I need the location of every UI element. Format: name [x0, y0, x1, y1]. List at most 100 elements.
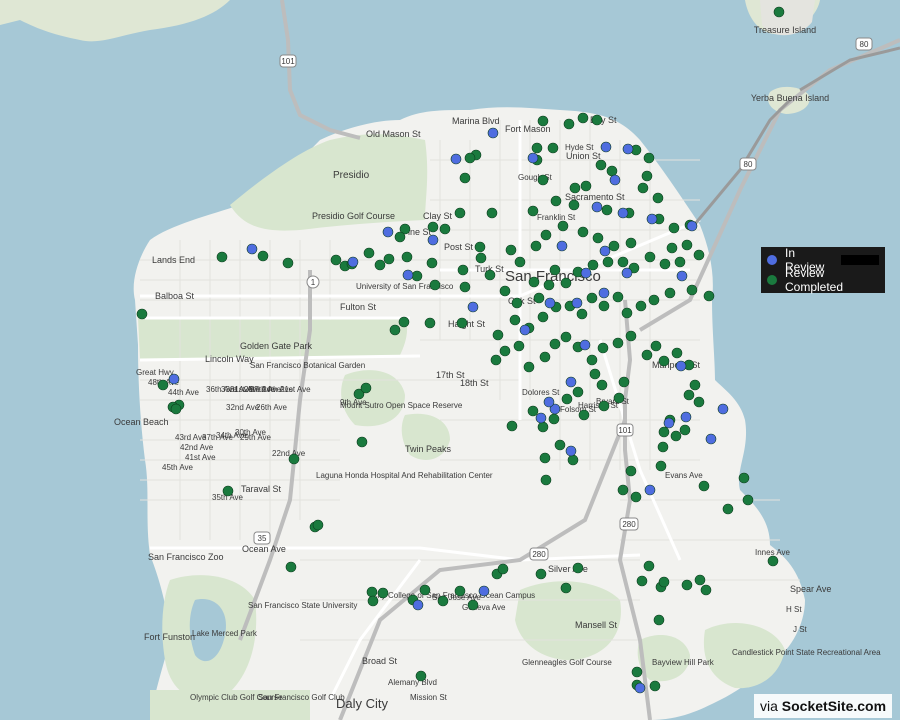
review-completed-marker[interactable]: [530, 240, 542, 252]
review-completed-marker[interactable]: [681, 239, 693, 251]
in-review-marker[interactable]: [591, 201, 603, 213]
source-credit[interactable]: via SocketSite.com: [754, 694, 893, 718]
review-completed-marker[interactable]: [617, 256, 629, 268]
review-completed-marker[interactable]: [506, 420, 518, 432]
review-completed-marker[interactable]: [360, 382, 372, 394]
review-completed-marker[interactable]: [648, 294, 660, 306]
review-completed-marker[interactable]: [606, 165, 618, 177]
in-review-marker[interactable]: [565, 376, 577, 388]
review-completed-marker[interactable]: [136, 308, 148, 320]
review-completed-marker[interactable]: [486, 207, 498, 219]
review-completed-marker[interactable]: [475, 252, 487, 264]
review-completed-marker[interactable]: [637, 182, 649, 194]
review-completed-marker[interactable]: [722, 503, 734, 515]
review-completed-marker[interactable]: [630, 491, 642, 503]
review-completed-marker[interactable]: [537, 174, 549, 186]
review-completed-marker[interactable]: [683, 389, 695, 401]
review-completed-marker[interactable]: [554, 439, 566, 451]
review-completed-marker[interactable]: [533, 292, 545, 304]
in-review-marker[interactable]: [382, 226, 394, 238]
review-completed-marker[interactable]: [621, 307, 633, 319]
review-completed-marker[interactable]: [698, 480, 710, 492]
review-completed-marker[interactable]: [437, 595, 449, 607]
review-completed-marker[interactable]: [330, 254, 342, 266]
review-completed-marker[interactable]: [356, 436, 368, 448]
review-completed-marker[interactable]: [671, 347, 683, 359]
review-completed-marker[interactable]: [509, 314, 521, 326]
review-completed-marker[interactable]: [543, 279, 555, 291]
review-completed-marker[interactable]: [569, 182, 581, 194]
review-completed-marker[interactable]: [617, 484, 629, 496]
review-completed-marker[interactable]: [668, 222, 680, 234]
review-completed-marker[interactable]: [681, 579, 693, 591]
review-completed-marker[interactable]: [586, 354, 598, 366]
review-completed-marker[interactable]: [703, 290, 715, 302]
review-completed-marker[interactable]: [596, 379, 608, 391]
review-completed-marker[interactable]: [641, 349, 653, 361]
in-review-marker[interactable]: [717, 403, 729, 415]
review-completed-marker[interactable]: [578, 409, 590, 421]
review-completed-marker[interactable]: [664, 287, 676, 299]
review-completed-marker[interactable]: [625, 237, 637, 249]
review-completed-marker[interactable]: [674, 256, 686, 268]
in-review-marker[interactable]: [347, 256, 359, 268]
review-completed-marker[interactable]: [499, 345, 511, 357]
review-completed-marker[interactable]: [427, 221, 439, 233]
review-completed-marker[interactable]: [257, 250, 269, 262]
in-review-marker[interactable]: [527, 152, 539, 164]
review-completed-marker[interactable]: [670, 430, 682, 442]
review-completed-marker[interactable]: [492, 329, 504, 341]
review-completed-marker[interactable]: [700, 584, 712, 596]
review-completed-marker[interactable]: [686, 284, 698, 296]
review-completed-marker[interactable]: [652, 192, 664, 204]
review-completed-marker[interactable]: [548, 413, 560, 425]
review-completed-marker[interactable]: [659, 258, 671, 270]
review-completed-marker[interactable]: [586, 292, 598, 304]
review-completed-marker[interactable]: [738, 472, 750, 484]
in-review-marker[interactable]: [543, 396, 555, 408]
in-review-marker[interactable]: [168, 373, 180, 385]
review-completed-marker[interactable]: [383, 253, 395, 265]
in-review-marker[interactable]: [599, 245, 611, 257]
review-completed-marker[interactable]: [288, 453, 300, 465]
review-completed-marker[interactable]: [561, 393, 573, 405]
review-completed-marker[interactable]: [693, 249, 705, 261]
review-completed-marker[interactable]: [467, 599, 479, 611]
in-review-marker[interactable]: [519, 324, 531, 336]
review-completed-marker[interactable]: [655, 460, 667, 472]
review-completed-marker[interactable]: [415, 670, 427, 682]
review-completed-marker[interactable]: [401, 251, 413, 263]
in-review-marker[interactable]: [675, 360, 687, 372]
in-review-marker[interactable]: [487, 127, 499, 139]
review-completed-marker[interactable]: [285, 561, 297, 573]
review-completed-marker[interactable]: [560, 582, 572, 594]
review-completed-marker[interactable]: [560, 277, 572, 289]
review-completed-marker[interactable]: [424, 317, 436, 329]
review-completed-marker[interactable]: [636, 575, 648, 587]
review-completed-marker[interactable]: [312, 519, 324, 531]
review-completed-marker[interactable]: [653, 614, 665, 626]
in-review-marker[interactable]: [478, 585, 490, 597]
review-completed-marker[interactable]: [282, 257, 294, 269]
review-completed-marker[interactable]: [540, 474, 552, 486]
review-completed-marker[interactable]: [419, 584, 431, 596]
in-review-marker[interactable]: [663, 417, 675, 429]
in-review-marker[interactable]: [644, 484, 656, 496]
in-review-marker[interactable]: [580, 267, 592, 279]
review-completed-marker[interactable]: [563, 118, 575, 130]
in-review-marker[interactable]: [600, 141, 612, 153]
review-completed-marker[interactable]: [539, 351, 551, 363]
review-completed-marker[interactable]: [592, 232, 604, 244]
review-completed-marker[interactable]: [577, 112, 589, 124]
in-review-marker[interactable]: [450, 153, 462, 165]
review-completed-marker[interactable]: [625, 330, 637, 342]
review-completed-marker[interactable]: [689, 379, 701, 391]
review-completed-marker[interactable]: [531, 142, 543, 154]
review-completed-marker[interactable]: [540, 229, 552, 241]
review-completed-marker[interactable]: [549, 264, 561, 276]
review-completed-marker[interactable]: [497, 563, 509, 575]
in-review-marker[interactable]: [634, 682, 646, 694]
in-review-marker[interactable]: [556, 240, 568, 252]
review-completed-marker[interactable]: [613, 392, 625, 404]
review-completed-marker[interactable]: [157, 379, 169, 391]
